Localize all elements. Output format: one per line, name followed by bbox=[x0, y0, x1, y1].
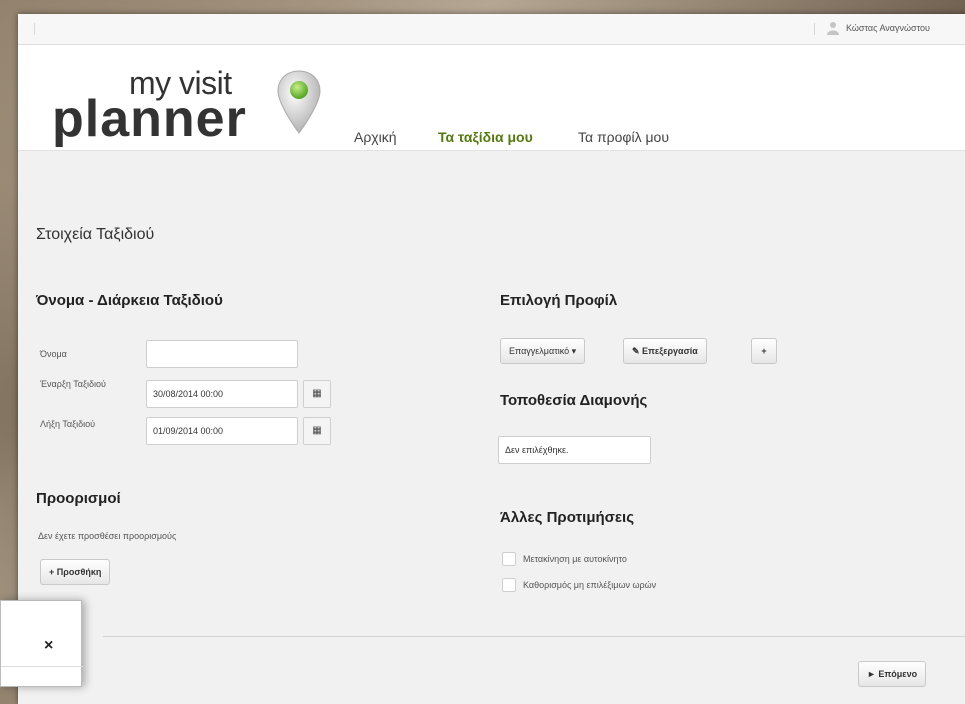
preferences-heading: Άλλες Προτιμήσεις bbox=[500, 509, 635, 526]
caret-down-icon: ▾ bbox=[571, 346, 577, 356]
excluded-hours-checkbox[interactable] bbox=[502, 578, 516, 592]
end-date-input[interactable]: 01/09/2014 00:00 bbox=[146, 417, 298, 445]
profile-heading: Επιλογή Προφίλ bbox=[500, 292, 618, 309]
car-transport-label: Μετακίνηση με αυτοκίνητο bbox=[523, 554, 627, 564]
top-bar: Κώστας Αναγνώστου bbox=[18, 14, 965, 45]
popup-panel: × bbox=[0, 600, 83, 687]
car-transport-checkbox[interactable] bbox=[502, 552, 516, 566]
add-profile-button[interactable]: + bbox=[751, 338, 777, 364]
main-content: Στοιχεία Ταξιδιού Όνομα - Διάρκεια Ταξιδ… bbox=[18, 151, 965, 704]
user-name-link[interactable]: Κώστας Αναγνώστου bbox=[846, 23, 930, 33]
end-label: Λήξη Ταξιδιού bbox=[40, 419, 96, 429]
close-icon[interactable]: × bbox=[44, 637, 53, 655]
accommodation-input[interactable]: Δεν επιλέχθηκε. bbox=[498, 436, 651, 464]
next-button[interactable]: ► Επόμενο bbox=[858, 661, 927, 687]
site-header: my visit planner Αρχική Τα ταξίδια μου Τ… bbox=[18, 45, 965, 151]
start-date-input[interactable]: 30/08/2014 00:00 bbox=[146, 380, 298, 408]
edit-profile-button[interactable]: ✎ Επεξεργασία bbox=[623, 338, 707, 364]
nav-my-profiles[interactable]: Τα προφίλ μου bbox=[578, 129, 669, 145]
accommodation-heading: Τοποθεσία Διαμονής bbox=[500, 392, 648, 409]
start-label: Έναρξη Ταξιδιού bbox=[40, 379, 106, 389]
add-destination-button[interactable]: + Προσθήκη bbox=[40, 559, 111, 585]
separator bbox=[814, 23, 815, 35]
browser-window: Κώστας Αναγνώστου my visit planner Αρχικ… bbox=[18, 14, 965, 704]
map-pin-icon bbox=[277, 70, 321, 134]
excluded-hours-label: Καθορισμός μη επιλέξιμων ωρών bbox=[523, 580, 657, 590]
profile-select[interactable]: Επαγγελματικό ▾ bbox=[500, 338, 586, 364]
nav-my-trips[interactable]: Τα ταξίδια μου bbox=[438, 129, 533, 145]
start-calendar-button[interactable]: ▦ bbox=[303, 380, 331, 408]
logo-line2: planner bbox=[52, 90, 247, 148]
divider bbox=[103, 636, 965, 637]
end-calendar-button[interactable]: ▦ bbox=[303, 417, 331, 445]
nav-home[interactable]: Αρχική bbox=[354, 129, 397, 145]
calendar-icon: ▦ bbox=[312, 425, 322, 436]
calendar-icon: ▦ bbox=[312, 388, 322, 399]
page-title: Στοιχεία Ταξιδιού bbox=[36, 226, 155, 243]
profile-select-value: Επαγγελματικό bbox=[509, 346, 570, 356]
logo[interactable]: my visit planner bbox=[36, 53, 336, 148]
name-label: Όνομα bbox=[40, 349, 67, 359]
divider bbox=[1, 666, 83, 667]
user-icon bbox=[826, 21, 840, 35]
destinations-empty-text: Δεν έχετε προσθέσει προορισμούς bbox=[38, 531, 177, 541]
separator bbox=[34, 23, 35, 35]
destinations-heading: Προορισμοί bbox=[36, 490, 121, 507]
trip-section-heading: Όνομα - Διάρκεια Ταξιδιού bbox=[36, 292, 223, 309]
trip-name-input[interactable] bbox=[146, 340, 298, 368]
